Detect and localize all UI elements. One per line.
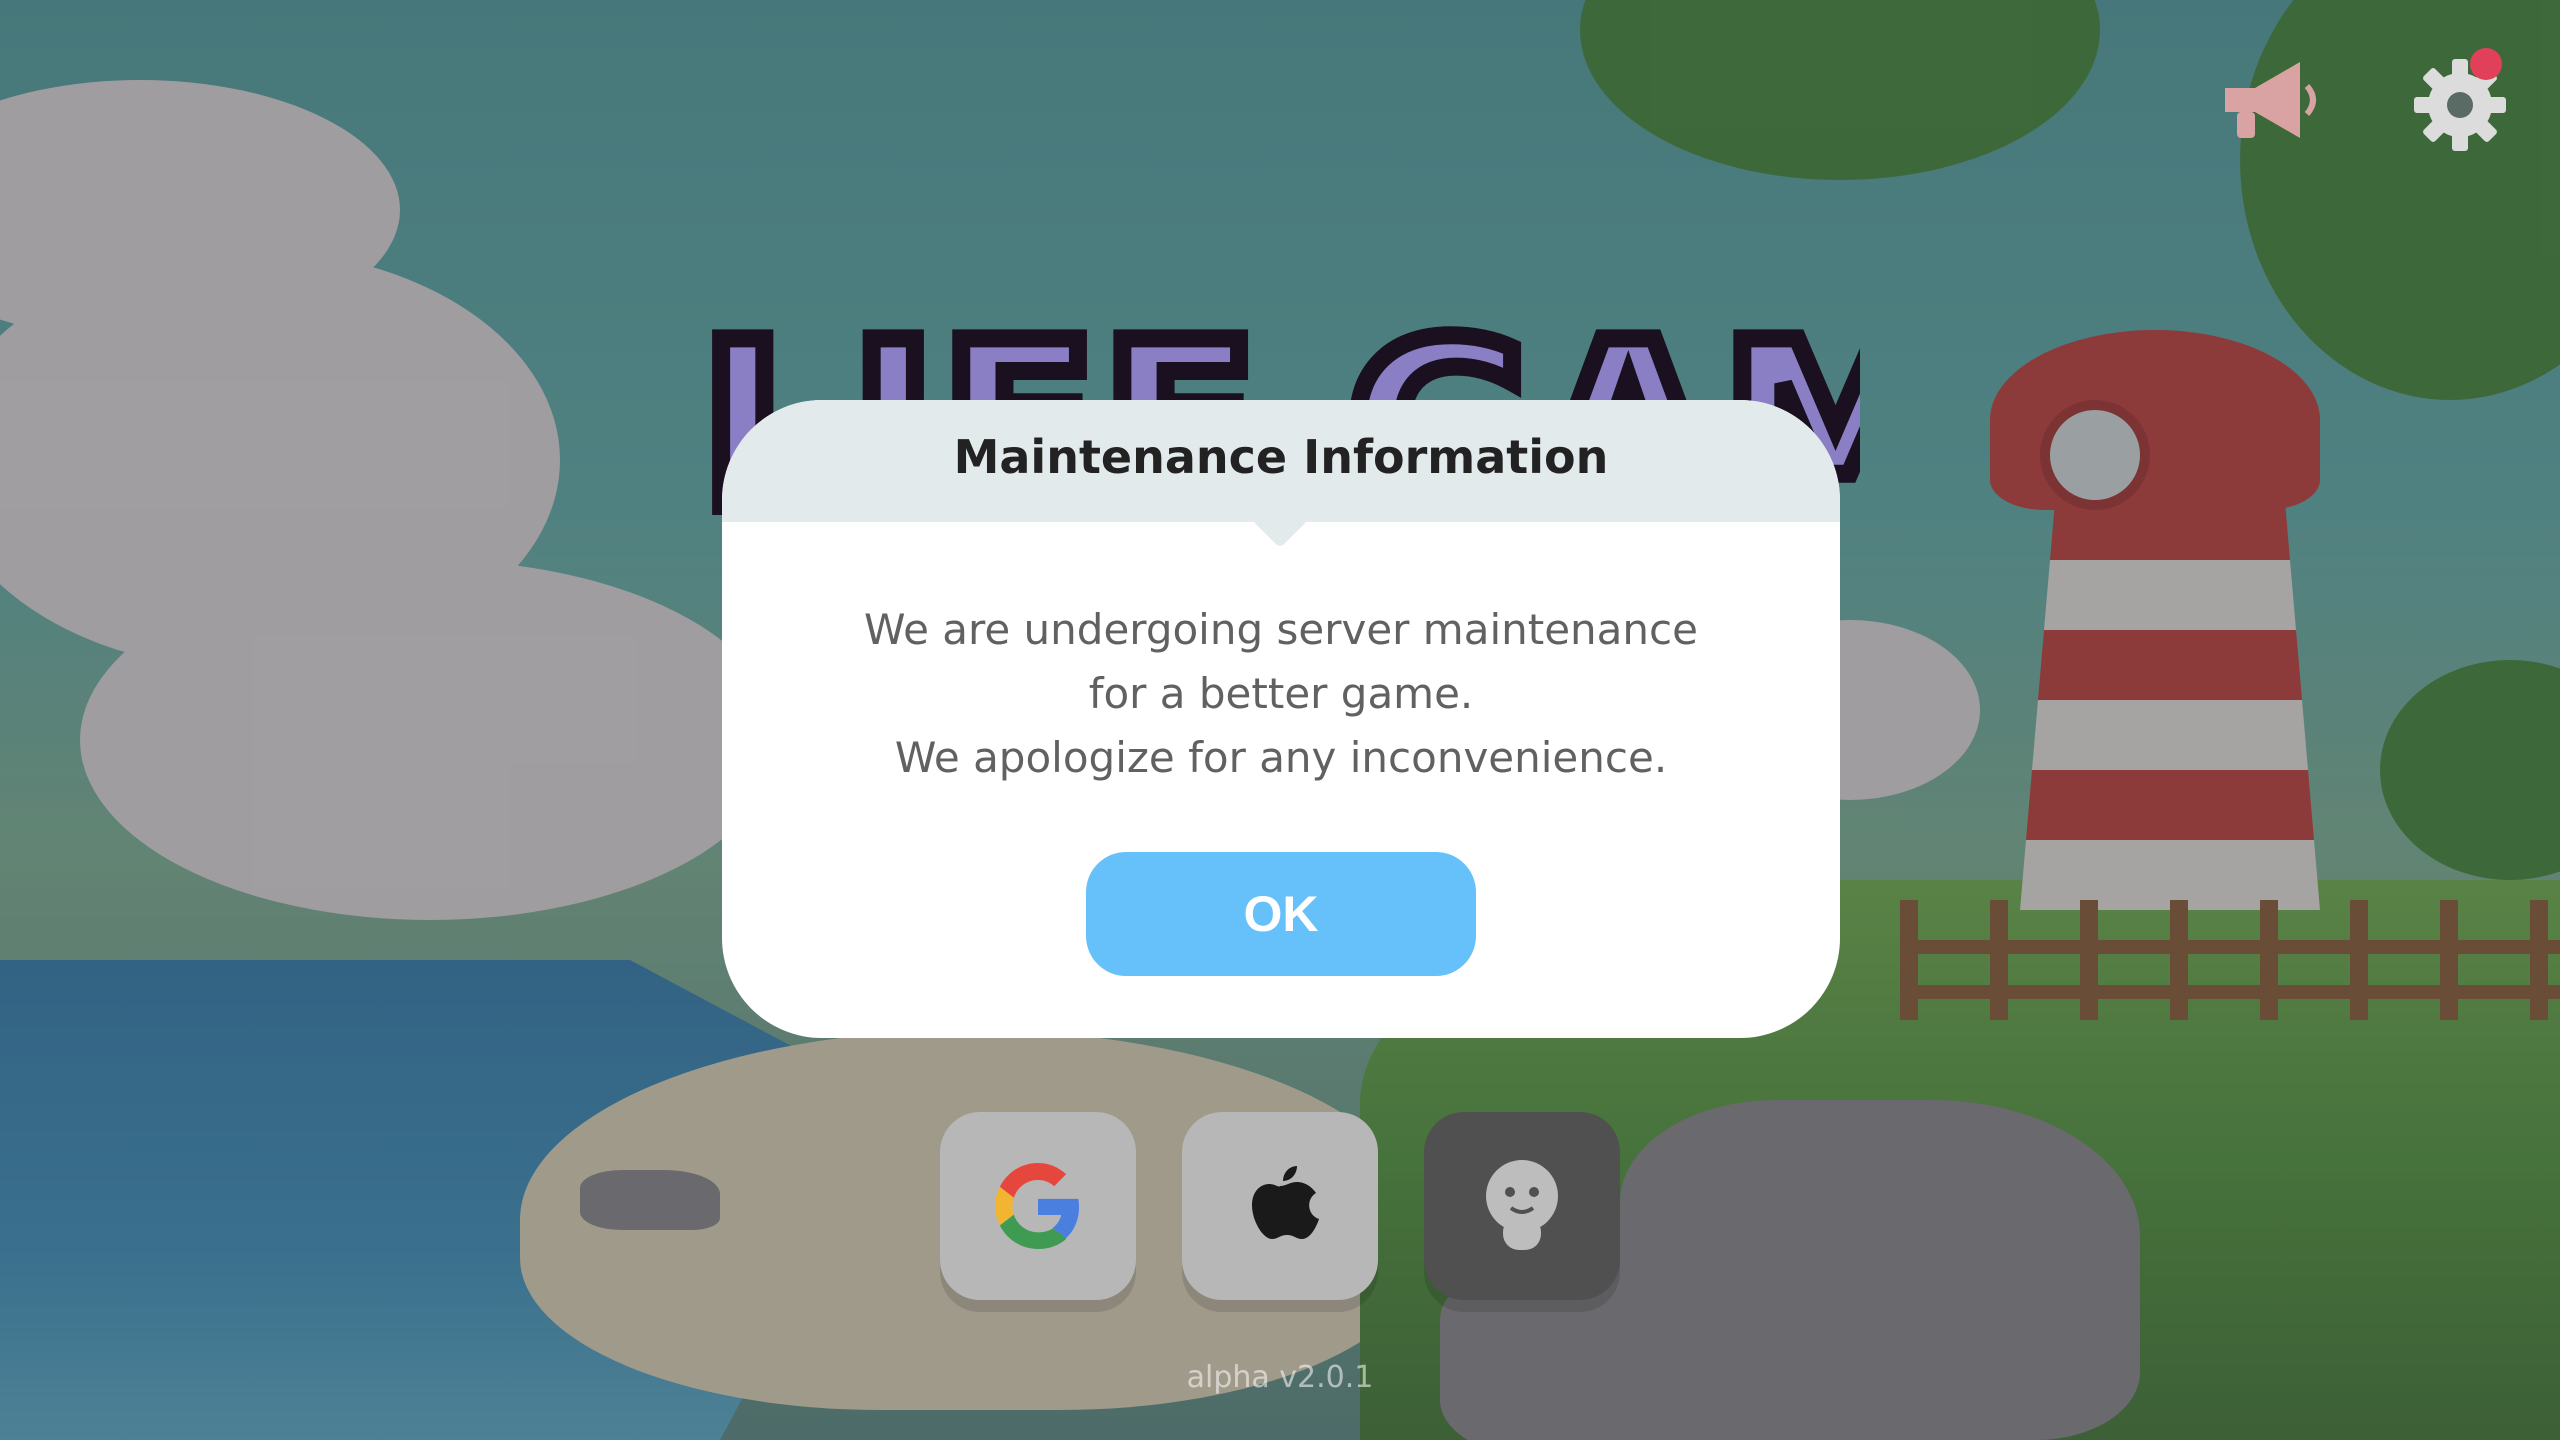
version-label: alpha v2.0.1 (1186, 1360, 1374, 1395)
guest-login-button[interactable] (1424, 1112, 1620, 1300)
google-icon (995, 1163, 1080, 1249)
notification-dot (2470, 48, 2502, 80)
ok-button[interactable]: OK (1086, 852, 1476, 976)
message-line: We apologize for any inconvenience. (894, 733, 1668, 782)
game-screen: LIFE GAME (0, 0, 2560, 1440)
message-line: for a better game. (1088, 669, 1474, 718)
login-buttons (940, 1112, 1620, 1302)
apple-icon (1252, 1166, 1319, 1239)
guest-icon (1486, 1160, 1558, 1250)
google-login-button[interactable] (940, 1112, 1136, 1300)
message-line: We are undergoing server maintenance (864, 605, 1698, 654)
ok-label: OK (1243, 886, 1319, 942)
apple-login-button[interactable] (1182, 1112, 1378, 1300)
dialog-message: We are undergoing server maintenance for… (722, 598, 1840, 790)
megaphone-icon[interactable] (2215, 50, 2325, 150)
dialog-title: Maintenance Information (953, 430, 1609, 484)
maintenance-dialog: Maintenance Information We are undergoin… (722, 400, 1840, 1038)
